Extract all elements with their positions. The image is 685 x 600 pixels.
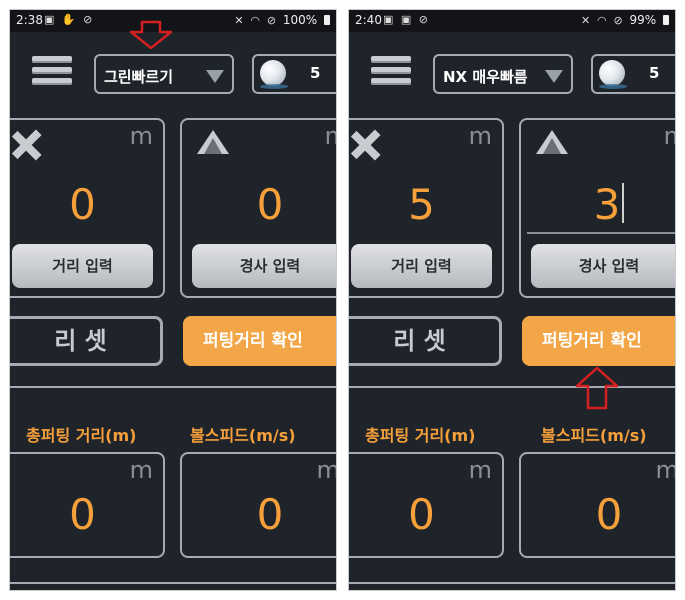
mute-icon: ✕ <box>234 14 244 27</box>
ruler-pencil-icon <box>11 129 42 161</box>
slope-mountain-icon <box>197 130 229 154</box>
annotation-arrow-up-icon <box>575 366 619 410</box>
slope-input-button[interactable]: 경사 입력 <box>192 244 336 288</box>
confirm-putting-distance-button[interactable]: 퍼팅거리 확인 <box>522 316 675 366</box>
total-putting-distance-label: 총퍼팅 거리(m) <box>26 426 137 445</box>
total-distance-value: 0 <box>408 490 435 539</box>
unit-label: m/ <box>655 456 675 484</box>
status-time: 2:38 <box>16 13 43 27</box>
phone-screen-left: 2:38 ▣ ✋ ⊘ ✕ ◠ ⊘ 100% 그린빠르기 5 m 0 거리 입력 <box>10 10 336 590</box>
battery-percent: 100% <box>282 13 318 27</box>
reset-button[interactable]: 리 셋 <box>349 316 502 366</box>
ball-speed-value: 0 <box>256 490 284 539</box>
confirm-putting-distance-button[interactable]: 퍼팅거리 확인 <box>183 316 336 366</box>
mute-icon: ✕ <box>580 14 591 27</box>
divider <box>10 582 336 584</box>
unit-label: m <box>468 122 492 150</box>
reset-button[interactable]: 리 셋 <box>10 316 163 366</box>
slope-card: m 3 경사 입력 <box>519 118 675 298</box>
unit-label: m <box>664 122 675 150</box>
ball-speed-card: m/ 0 <box>519 452 675 558</box>
ball-selector[interactable]: 5 <box>252 54 336 94</box>
hamburger-menu-icon[interactable] <box>371 56 411 92</box>
wifi-icon: ◠ <box>250 14 260 27</box>
phone-screen-right: 2:40 ▣ ▣ ⊘ ✕ ◠ ⊘ 99% NX 매우빠름 5 m 5 거리 입력 <box>349 10 675 590</box>
unit-label: m <box>129 456 153 484</box>
divider <box>349 386 675 388</box>
wifi-icon: ◠ <box>597 14 607 27</box>
slope-value-text: 3 <box>593 180 621 229</box>
battery-icon <box>663 15 669 25</box>
annotation-arrow-down-icon <box>129 20 173 50</box>
distance-value[interactable]: 5 <box>349 180 502 229</box>
divider <box>10 386 336 388</box>
unit-label: m <box>325 122 336 150</box>
ball-speed-card: m/ 0 <box>180 452 336 558</box>
green-speed-dropdown[interactable]: NX 매우빠름 <box>433 54 573 94</box>
dropdown-selected: NX 매우빠름 <box>443 68 528 86</box>
status-right: ✕ ◠ ⊘ 100% <box>234 13 330 27</box>
slope-mountain-icon <box>536 130 568 154</box>
unit-label: m <box>129 122 153 150</box>
hamburger-menu-icon[interactable] <box>32 56 72 92</box>
dropdown-selected: 그린빠르기 <box>104 68 174 86</box>
distance-card: m 0 거리 입력 <box>10 118 165 298</box>
battery-percent: 99% <box>629 13 657 27</box>
battery-icon <box>324 15 330 25</box>
ball-speed-label: 볼스피드(m/s) <box>190 426 296 445</box>
dropdown-arrow-icon <box>545 70 563 83</box>
slope-input-button[interactable]: 경사 입력 <box>531 244 675 288</box>
total-putting-distance-label: 총퍼팅 거리(m) <box>365 426 476 445</box>
notification-icons: ▣ ▣ ⊘ <box>383 13 430 26</box>
golf-ball-icon <box>599 60 625 86</box>
distance-card: m 5 거리 입력 <box>349 118 504 298</box>
unit-label: m <box>468 456 492 484</box>
dropdown-arrow-icon <box>206 70 224 83</box>
divider <box>349 582 675 584</box>
ball-selector-text: 5 <box>310 64 321 82</box>
status-bar: 2:40 ▣ ▣ ⊘ ✕ ◠ ⊘ 99% <box>349 10 675 32</box>
unit-label: m/ <box>316 456 336 484</box>
blocked-icon: ⊘ <box>266 14 277 27</box>
ball-speed-value: 0 <box>595 490 623 539</box>
ball-shadow <box>260 84 288 89</box>
ruler-pencil-icon <box>350 129 381 161</box>
slope-value[interactable]: 0 <box>182 180 336 229</box>
status-time: 2:40 <box>355 13 382 27</box>
total-distance-card: m 0 <box>349 452 504 558</box>
golf-ball-icon <box>260 60 286 86</box>
total-distance-value: 0 <box>69 490 96 539</box>
slope-value[interactable]: 3 <box>521 180 675 229</box>
distance-value[interactable]: 0 <box>10 180 163 229</box>
text-cursor <box>622 183 625 223</box>
ball-selector[interactable]: 5 <box>591 54 675 94</box>
green-speed-dropdown[interactable]: 그린빠르기 <box>94 54 234 94</box>
status-right: ✕ ◠ ⊘ 99% <box>581 13 669 27</box>
ball-speed-label: 볼스피드(m/s) <box>541 426 647 445</box>
slope-card: m 0 경사 입력 <box>180 118 336 298</box>
distance-input-button[interactable]: 거리 입력 <box>12 244 153 288</box>
distance-input-button[interactable]: 거리 입력 <box>351 244 492 288</box>
blocked-icon: ⊘ <box>613 14 623 27</box>
ball-shadow <box>599 84 627 89</box>
total-distance-card: m 0 <box>10 452 165 558</box>
input-underline <box>527 232 675 234</box>
notification-icons: ▣ ✋ ⊘ <box>44 13 95 26</box>
ball-selector-text: 5 <box>649 64 660 82</box>
